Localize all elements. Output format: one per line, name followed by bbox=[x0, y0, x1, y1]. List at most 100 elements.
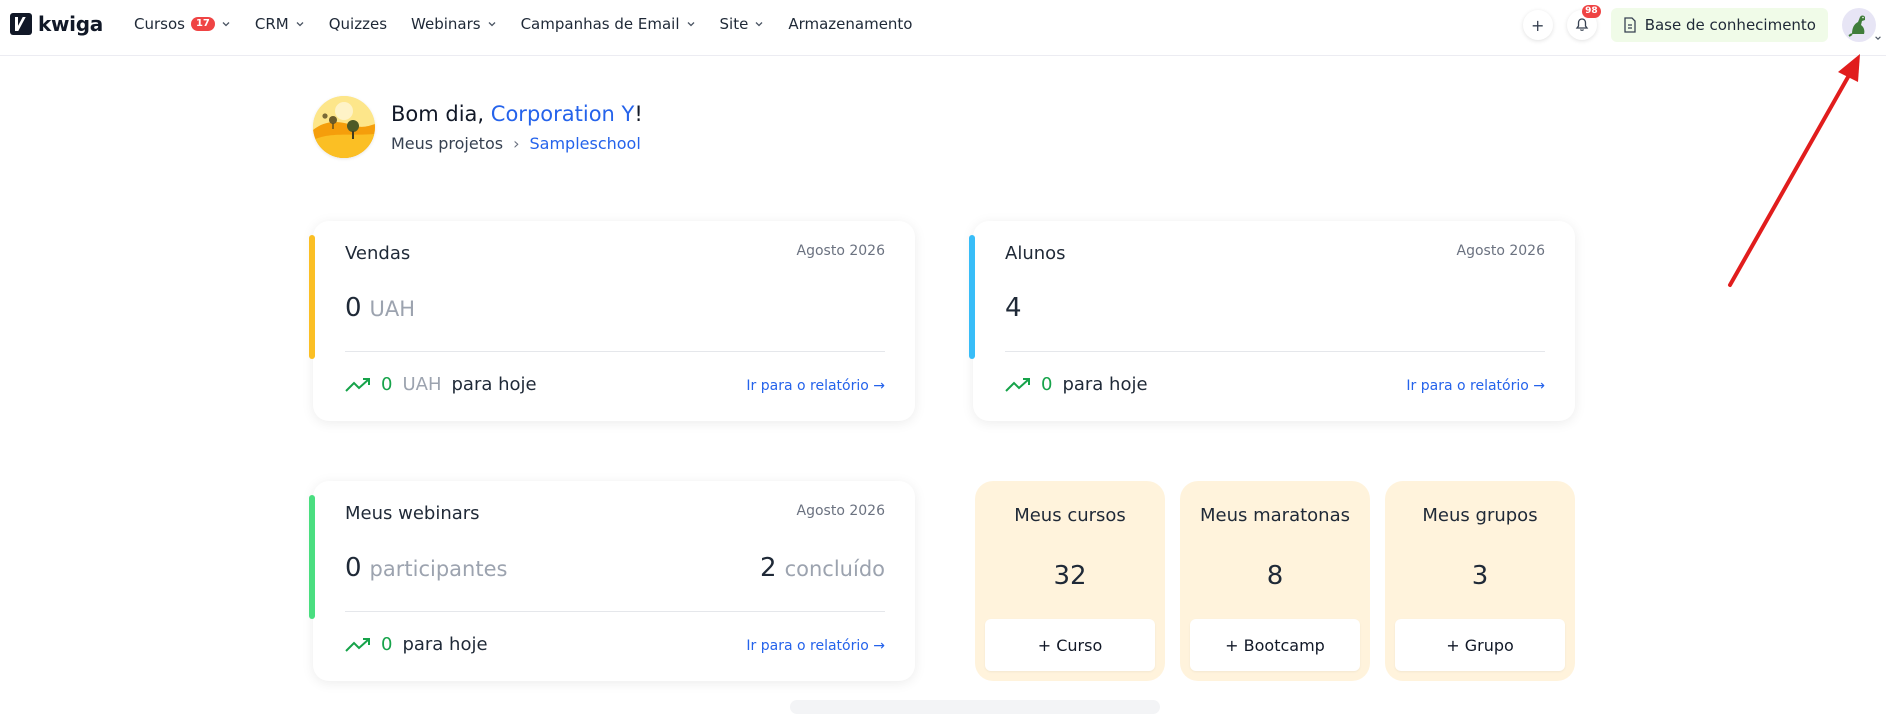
webinars-card: Meus webinars Agosto 2026 0 participantes… bbox=[309, 481, 915, 681]
plus-icon: + bbox=[1530, 15, 1545, 35]
breadcrumb: Meus projetos › Sampleschool bbox=[391, 134, 643, 153]
webinars-accent-bar bbox=[309, 495, 315, 619]
students-title: Alunos bbox=[1005, 243, 1066, 264]
sales-today-currency: UAH bbox=[402, 374, 442, 395]
participants-value: 0 bbox=[345, 553, 362, 583]
breadcrumb-separator-icon: › bbox=[513, 133, 520, 153]
menu-item-crm[interactable]: CRM bbox=[255, 15, 305, 33]
chevron-down-icon bbox=[488, 22, 496, 27]
greeting-suffix: ! bbox=[634, 101, 643, 126]
students-period: Agosto 2026 bbox=[1456, 243, 1545, 259]
webinars-today: 0 para hoje bbox=[345, 634, 488, 655]
sales-value: 0 bbox=[345, 293, 362, 323]
students-card: Alunos Agosto 2026 4 0 para hoje Ir para… bbox=[969, 221, 1575, 421]
greeting-text: Bom dia, Corporation Y! Meus projetos › … bbox=[391, 102, 643, 153]
add-bootcamp-button[interactable]: + Bootcamp bbox=[1190, 619, 1360, 671]
sales-accent-bar bbox=[309, 235, 315, 359]
user-avatar-button[interactable] bbox=[1842, 8, 1881, 42]
divider bbox=[345, 351, 885, 352]
sales-currency: UAH bbox=[369, 297, 416, 321]
knowledge-base-button[interactable]: Base de conhecimento bbox=[1610, 8, 1828, 42]
completed-label: concluído bbox=[784, 557, 885, 581]
menu-item-email-campaigns[interactable]: Campanhas de Email bbox=[521, 15, 696, 33]
my-groups-title: Meus grupos bbox=[1422, 505, 1538, 526]
my-courses-title: Meus cursos bbox=[1014, 505, 1126, 526]
breadcrumb-current-project[interactable]: Sampleschool bbox=[529, 134, 640, 153]
chevron-down-icon bbox=[296, 22, 304, 27]
project-avatar bbox=[313, 96, 375, 158]
my-bootcamps-card: Meus maratonas 8 + Bootcamp bbox=[1180, 481, 1370, 681]
menu-item-webinars[interactable]: Webinars bbox=[411, 15, 497, 33]
trending-up-icon bbox=[345, 377, 370, 392]
courses-count-badge: 17 bbox=[190, 17, 215, 31]
my-groups-card: Meus grupos 3 + Grupo bbox=[1385, 481, 1575, 681]
add-button[interactable]: + bbox=[1522, 10, 1553, 40]
sales-title: Vendas bbox=[345, 243, 411, 264]
landscape-illustration-icon bbox=[313, 96, 375, 158]
annotation-arrow-icon bbox=[1728, 54, 1860, 287]
divider bbox=[345, 611, 885, 612]
sales-today-label: para hoje bbox=[451, 374, 537, 395]
bell-icon bbox=[1575, 18, 1588, 31]
knowledge-base-label: Base de conhecimento bbox=[1644, 16, 1816, 34]
webinars-today-value: 0 bbox=[381, 634, 393, 655]
greeting-title: Bom dia, Corporation Y! bbox=[391, 102, 643, 126]
trending-up-icon bbox=[345, 637, 370, 652]
notifications-badge: 98 bbox=[1582, 5, 1601, 18]
brand-logo[interactable]: kwiga bbox=[10, 12, 103, 36]
my-bootcamps-count: 8 bbox=[1266, 561, 1284, 591]
webinars-completed: 2 concluído bbox=[760, 553, 885, 583]
greeting-prefix: Bom dia, bbox=[391, 101, 485, 126]
sales-card: Vendas Agosto 2026 0 UAH 0 UAH para hoje … bbox=[309, 221, 915, 421]
sales-total: 0 UAH bbox=[345, 293, 415, 323]
sales-today-value: 0 bbox=[381, 374, 393, 395]
dinosaur-avatar-icon bbox=[1848, 15, 1865, 37]
webinars-title: Meus webinars bbox=[345, 503, 480, 524]
menu-item-site[interactable]: Site bbox=[720, 15, 765, 33]
webinars-participants: 0 participantes bbox=[345, 553, 507, 583]
students-today: 0 para hoje bbox=[1005, 374, 1148, 395]
menu-item-label: CRM bbox=[254, 15, 289, 33]
sales-period: Agosto 2026 bbox=[796, 243, 885, 259]
chevron-down-icon bbox=[755, 22, 763, 27]
chevron-down-icon bbox=[687, 22, 694, 27]
my-bootcamps-title: Meus maratonas bbox=[1200, 505, 1350, 526]
webinars-period: Agosto 2026 bbox=[796, 503, 885, 519]
divider bbox=[1005, 351, 1545, 352]
main-menu: Cursos 17 CRM Quizzes Webinars Campanhas… bbox=[134, 0, 937, 48]
my-courses-card: Meus cursos 32 + Curso bbox=[975, 481, 1165, 681]
menu-item-cursos[interactable]: Cursos 17 bbox=[134, 15, 231, 33]
students-accent-bar bbox=[969, 235, 975, 359]
menu-item-label: Webinars bbox=[411, 15, 481, 33]
add-course-button[interactable]: + Curso bbox=[985, 619, 1155, 671]
students-value: 4 bbox=[1005, 293, 1022, 323]
sales-report-link[interactable]: Ir para o relatório → bbox=[746, 378, 885, 394]
menu-item-quizzes[interactable]: Quizzes bbox=[329, 15, 387, 33]
organization-name-link[interactable]: Corporation Y bbox=[491, 102, 635, 126]
kwiga-logo-icon bbox=[10, 13, 32, 35]
students-report-link[interactable]: Ir para o relatório → bbox=[1406, 378, 1545, 394]
completed-value: 2 bbox=[760, 553, 777, 583]
bottom-panel-edge bbox=[790, 700, 1160, 714]
menu-item-label: Cursos bbox=[134, 15, 185, 33]
trending-up-icon bbox=[1005, 377, 1030, 392]
chevron-down-icon bbox=[222, 22, 230, 27]
students-today-value: 0 bbox=[1041, 374, 1053, 395]
menu-item-storage[interactable]: Armazenamento bbox=[788, 15, 912, 33]
students-total: 4 bbox=[1005, 293, 1022, 323]
sales-today: 0 UAH para hoje bbox=[345, 374, 537, 395]
breadcrumb-my-projects[interactable]: Meus projetos bbox=[391, 134, 503, 153]
my-groups-count: 3 bbox=[1471, 561, 1489, 591]
my-courses-count: 32 bbox=[1053, 561, 1087, 591]
participants-label: participantes bbox=[369, 557, 508, 581]
document-icon bbox=[1624, 17, 1636, 33]
webinars-today-label: para hoje bbox=[402, 634, 488, 655]
webinars-report-link[interactable]: Ir para o relatório → bbox=[746, 638, 885, 654]
menu-item-label: Armazenamento bbox=[788, 15, 913, 33]
menu-item-label: Quizzes bbox=[328, 15, 388, 33]
notifications-button[interactable]: 98 bbox=[1566, 5, 1601, 40]
top-navigation: kwiga Cursos 17 CRM Quizzes Webinars Cam… bbox=[0, 0, 1886, 56]
greeting-section: Bom dia, Corporation Y! Meus projetos › … bbox=[313, 96, 643, 158]
add-group-button[interactable]: + Grupo bbox=[1395, 619, 1565, 671]
brand-name: kwiga bbox=[38, 12, 103, 36]
